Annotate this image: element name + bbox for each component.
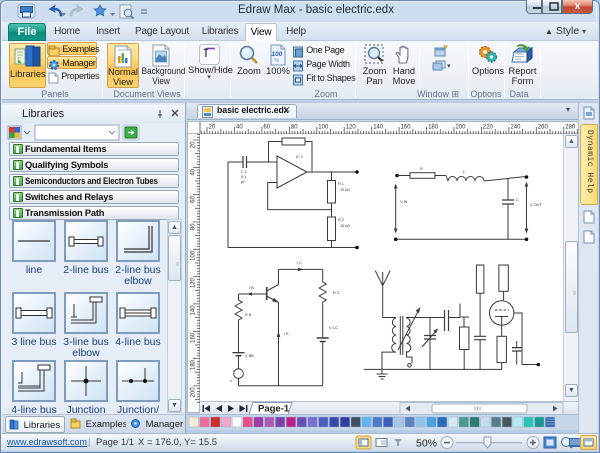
svg-text:180: 180 — [428, 125, 439, 131]
svg-text:100: 100 — [272, 51, 283, 58]
svg-text:I C: I C — [297, 261, 302, 265]
svg-text:V OUT: V OUT — [530, 203, 542, 207]
svg-text:200: 200 — [456, 125, 467, 131]
svg-text:μF: μF — [241, 180, 246, 184]
svg-text:Page-1: Page-1 — [258, 404, 290, 415]
svg-text:IC 1: IC 1 — [296, 155, 303, 159]
svg-text:R B: R B — [245, 313, 252, 317]
svg-text:R: R — [420, 167, 423, 171]
svg-text:R C: R C — [333, 291, 340, 295]
svg-text:L: L — [463, 170, 465, 174]
svg-text:100: 100 — [191, 250, 197, 261]
svg-text:60: 60 — [191, 196, 197, 203]
svg-text:80: 80 — [191, 223, 197, 230]
svg-text:160: 160 — [401, 125, 412, 131]
svg-text:C 1: C 1 — [241, 170, 247, 174]
svg-text:V CC: V CC — [329, 326, 338, 330]
svg-text:160: 160 — [191, 332, 197, 343]
svg-text:10 kΩ: 10 kΩ — [340, 224, 350, 228]
svg-text:I B: I B — [249, 286, 254, 290]
svg-text:20: 20 — [209, 125, 216, 131]
svg-text:220: 220 — [483, 125, 494, 131]
svg-text:240: 240 — [510, 125, 521, 131]
svg-text:40: 40 — [236, 125, 243, 131]
svg-text:120: 120 — [346, 125, 357, 131]
svg-text:R 1: R 1 — [338, 182, 344, 186]
svg-text:140: 140 — [191, 305, 197, 316]
svg-text:140: 140 — [373, 125, 384, 131]
svg-text:260: 260 — [538, 125, 549, 131]
svg-text:v: v — [230, 379, 232, 383]
svg-text:C: C — [516, 198, 519, 202]
svg-text:60: 60 — [263, 125, 270, 131]
svg-text:280: 280 — [565, 125, 576, 131]
svg-text:I E: I E — [284, 332, 289, 336]
svg-text:10 kΩ: 10 kΩ — [340, 188, 350, 192]
svg-text:%: % — [274, 58, 279, 64]
svg-text:200: 200 — [191, 387, 197, 398]
svg-text:120: 120 — [191, 277, 197, 288]
svg-text:V IN: V IN — [400, 200, 408, 204]
svg-text:50%: 50% — [416, 438, 437, 450]
svg-text:20: 20 — [191, 141, 197, 148]
svg-text:R 2: R 2 — [338, 218, 344, 222]
svg-text:180: 180 — [191, 359, 197, 370]
svg-text:80: 80 — [291, 125, 298, 131]
svg-text:▾: ▾ — [447, 63, 451, 70]
svg-text:40: 40 — [191, 168, 197, 175]
svg-text:0.1: 0.1 — [241, 175, 246, 179]
svg-text:V BB: V BB — [245, 354, 254, 358]
svg-text:100: 100 — [318, 125, 329, 131]
